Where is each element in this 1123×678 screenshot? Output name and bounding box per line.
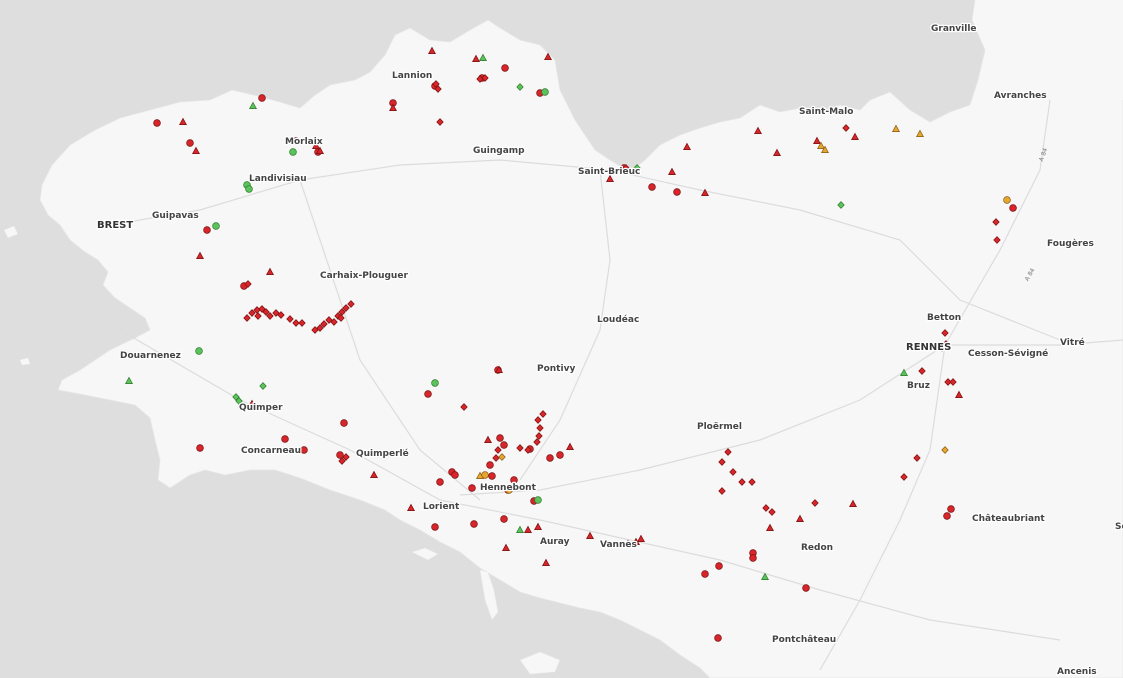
- red-circle-marker[interactable]: [943, 512, 951, 520]
- place-label: Guingamp: [473, 146, 525, 156]
- place-label: Quimperlé: [356, 448, 409, 459]
- red-circle-marker[interactable]: [488, 472, 496, 480]
- green-circle-marker[interactable]: [431, 379, 439, 387]
- red-circle-marker[interactable]: [1009, 204, 1017, 212]
- place-label: Cesson-Sévigné: [968, 348, 1048, 359]
- place-label: Quimper: [239, 403, 283, 413]
- place-label: Betton: [927, 313, 961, 323]
- place-label: Bruz: [907, 381, 930, 391]
- green-circle-marker[interactable]: [289, 148, 297, 156]
- place-label: Vitré: [1060, 337, 1085, 348]
- red-circle-marker[interactable]: [802, 584, 810, 592]
- red-circle-marker[interactable]: [673, 188, 681, 196]
- red-circle-marker[interactable]: [336, 451, 344, 459]
- red-circle-marker[interactable]: [486, 461, 494, 469]
- red-circle-marker[interactable]: [281, 435, 289, 443]
- red-circle-marker[interactable]: [468, 484, 476, 492]
- red-circle-marker[interactable]: [715, 562, 723, 570]
- place-label: Douarnenez: [120, 351, 181, 361]
- place-label: Pontchâteau: [772, 635, 836, 645]
- place-label: Ploërmel: [697, 422, 742, 432]
- red-circle-marker[interactable]: [153, 119, 161, 127]
- map-view[interactable]: A 84 A 84 Granville Avranches Lannion Saint…: [0, 0, 1123, 678]
- map-canvas[interactable]: A 84 A 84 GranvilleAvranchesLannionSaint…: [0, 0, 1123, 678]
- red-circle-marker[interactable]: [436, 478, 444, 486]
- place-label: Fougères: [1047, 238, 1094, 249]
- place-label: Saint-Malo: [799, 107, 853, 117]
- red-circle-marker[interactable]: [546, 454, 554, 462]
- place-label: Vannes: [600, 540, 637, 550]
- red-circle-marker[interactable]: [496, 434, 504, 442]
- place-label: Auray: [540, 537, 570, 547]
- red-circle-marker[interactable]: [648, 183, 656, 191]
- green-circle-marker[interactable]: [212, 222, 220, 230]
- place-label: Redon: [801, 543, 833, 553]
- green-circle-marker[interactable]: [534, 496, 542, 504]
- red-circle-marker[interactable]: [500, 515, 508, 523]
- place-label: Morlaix: [285, 137, 323, 147]
- red-circle-marker[interactable]: [431, 523, 439, 531]
- place-label: BREST: [97, 220, 133, 231]
- place-label: Saint-Brieuc: [578, 167, 640, 177]
- red-circle-marker[interactable]: [714, 634, 722, 642]
- red-circle-marker[interactable]: [258, 94, 266, 102]
- place-label: Châteaubriant: [972, 514, 1045, 524]
- green-circle-marker[interactable]: [195, 347, 203, 355]
- red-circle-marker[interactable]: [500, 441, 508, 449]
- red-circle-marker[interactable]: [196, 444, 204, 452]
- place-label: Carhaix-Plouguer: [320, 271, 408, 281]
- red-circle-marker[interactable]: [300, 446, 308, 454]
- red-circle-marker[interactable]: [701, 570, 709, 578]
- red-circle-marker[interactable]: [424, 390, 432, 398]
- green-circle-marker[interactable]: [541, 88, 549, 96]
- place-label: Ancenis: [1057, 667, 1097, 677]
- red-circle-marker[interactable]: [749, 554, 757, 562]
- orange-circle-marker[interactable]: [1003, 196, 1011, 204]
- red-circle-marker[interactable]: [947, 505, 955, 513]
- red-circle-marker[interactable]: [470, 520, 478, 528]
- place-label: RENNES: [906, 342, 951, 353]
- place-label: Hennebont: [480, 483, 537, 493]
- red-circle-marker[interactable]: [501, 64, 509, 72]
- place-label: Granville: [931, 24, 977, 34]
- red-circle-marker[interactable]: [451, 471, 459, 479]
- place-label: Concarneau: [241, 446, 301, 456]
- place-label: Se: [1115, 522, 1123, 532]
- place-label: Lorient: [423, 502, 460, 512]
- place-label: Lannion: [392, 71, 432, 81]
- place-label: Landivisiau: [249, 174, 307, 184]
- place-label: Loudéac: [597, 314, 639, 325]
- red-circle-marker[interactable]: [186, 139, 194, 147]
- red-circle-marker[interactable]: [340, 419, 348, 427]
- red-circle-marker[interactable]: [203, 226, 211, 234]
- place-label: Guipavas: [152, 211, 199, 221]
- place-label: Avranches: [994, 91, 1047, 101]
- green-circle-marker[interactable]: [245, 185, 253, 193]
- red-circle-marker[interactable]: [556, 451, 564, 459]
- place-label: Pontivy: [537, 364, 575, 374]
